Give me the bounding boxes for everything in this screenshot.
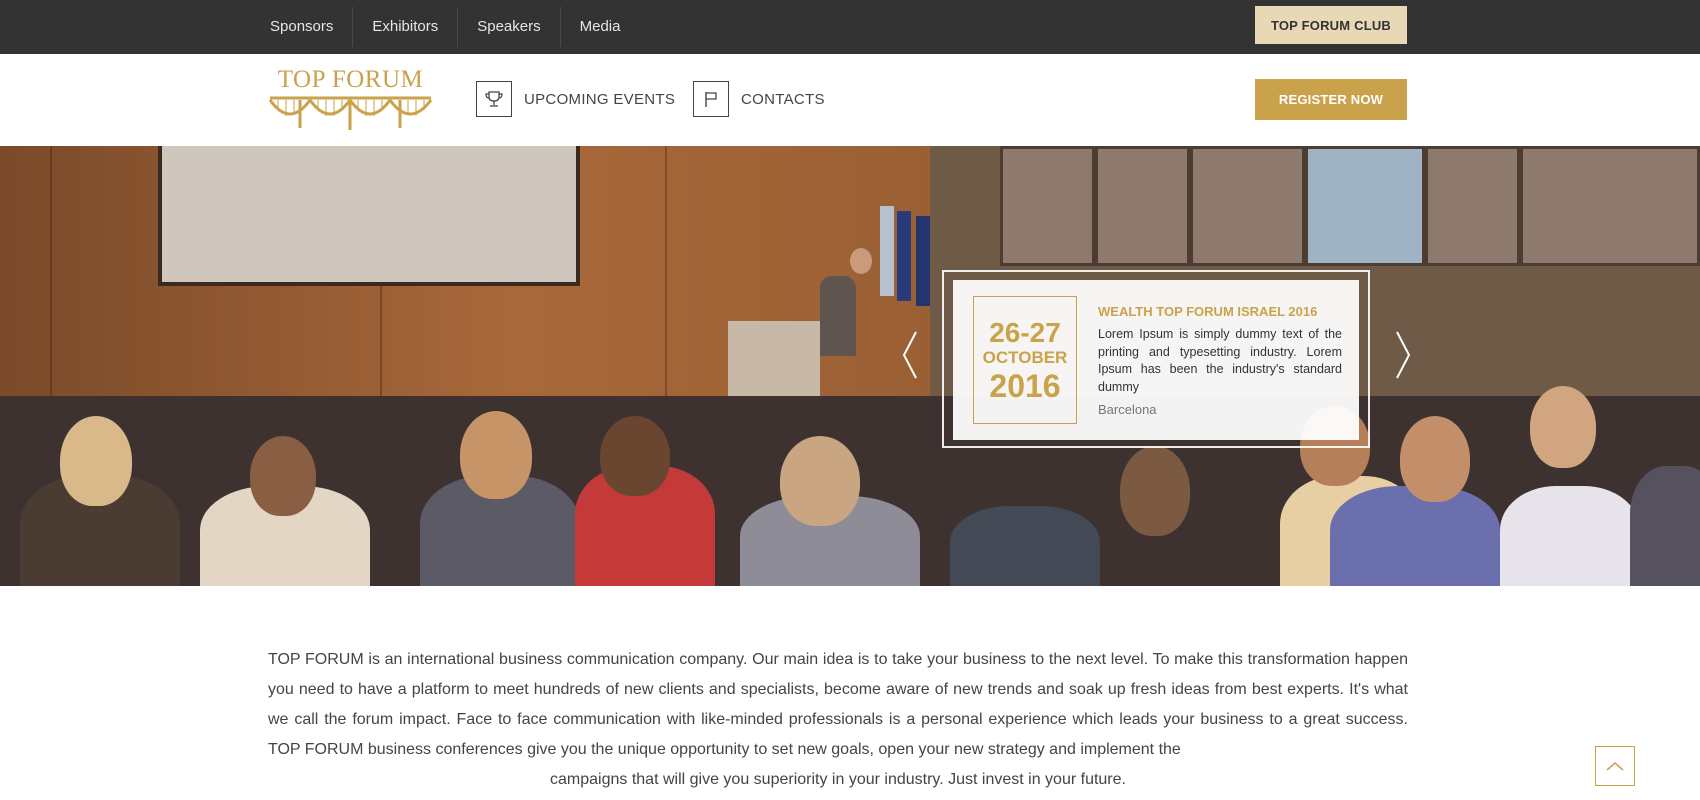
header: TOP FORUM UPCOMING EVENTS CONTACTS REGIS… [0,54,1700,146]
top-nav-sponsors[interactable]: Sponsors [250,0,352,54]
event-city: Barcelona [1098,402,1157,417]
audience-head [1530,386,1596,468]
trophy-icon [476,81,512,117]
event-card[interactable]: 26-27 OCTOBER 2016 WEALTH TOP FORUM ISRA… [953,280,1359,440]
top-bar: Sponsors Exhibitors Speakers Media TOP F… [0,0,1700,54]
top-forum-club-button[interactable]: TOP FORUM CLUB [1255,6,1407,44]
register-now-button[interactable]: REGISTER NOW [1255,79,1407,120]
audience-head [460,411,532,499]
audience-head [1120,446,1190,536]
top-nav-exhibitors[interactable]: Exhibitors [353,0,457,54]
event-title[interactable]: WEALTH TOP FORUM ISRAEL 2016 [1098,304,1317,319]
bridge-logo-icon [268,96,433,130]
flag-icon [693,81,729,117]
nav-contacts-label: CONTACTS [741,90,825,108]
slider-next-icon[interactable] [1393,330,1413,380]
hero-window [1425,146,1520,266]
top-nav-media[interactable]: Media [561,0,640,54]
hero-window [1305,146,1425,266]
speaker-head [850,248,872,274]
hero-flag [916,216,930,306]
projector-screen [158,146,580,286]
hero-flag [897,211,911,301]
intro-last-line: campaigns that will give you superiority… [550,771,1126,788]
hero-flag [880,206,894,296]
top-nav: Sponsors Exhibitors Speakers Media [250,0,639,54]
slider-prev-icon[interactable] [900,330,920,380]
event-date-box: 26-27 OCTOBER 2016 [973,296,1077,424]
audience-head [1400,416,1470,502]
top-nav-speakers[interactable]: Speakers [458,0,559,54]
nav-upcoming-events-label: UPCOMING EVENTS [524,90,676,108]
nav-upcoming-events[interactable]: UPCOMING EVENTS [476,80,675,118]
audience-head [250,436,316,516]
logo[interactable]: TOP FORUM [268,66,433,136]
hero-window [1095,146,1190,266]
event-description: Lorem Ipsum is simply dummy text of the … [1098,327,1342,394]
nav-contacts[interactable]: CONTACTS [693,80,825,118]
audience-head [60,416,132,506]
audience-head [600,416,670,496]
event-year: 2016 [989,368,1061,404]
chevron-up-icon [1606,762,1624,771]
audience-person [1630,466,1700,586]
intro-paragraph: TOP FORUM is an international business c… [268,651,1408,758]
hero-banner [0,146,1700,586]
event-days: 26-27 [989,317,1061,348]
logo-text: TOP FORUM [277,66,424,93]
intro-text: TOP FORUM is an international business c… [268,645,1408,795]
hero-window [1000,146,1095,266]
speaker [820,276,856,356]
audience-head [780,436,860,526]
hero-window [1520,146,1700,266]
hero-window [1190,146,1305,266]
back-to-top-button[interactable] [1595,746,1635,786]
audience-person [1330,486,1500,586]
event-month: OCTOBER [982,348,1068,367]
audience-person [950,506,1100,586]
audience-person [1500,486,1640,586]
